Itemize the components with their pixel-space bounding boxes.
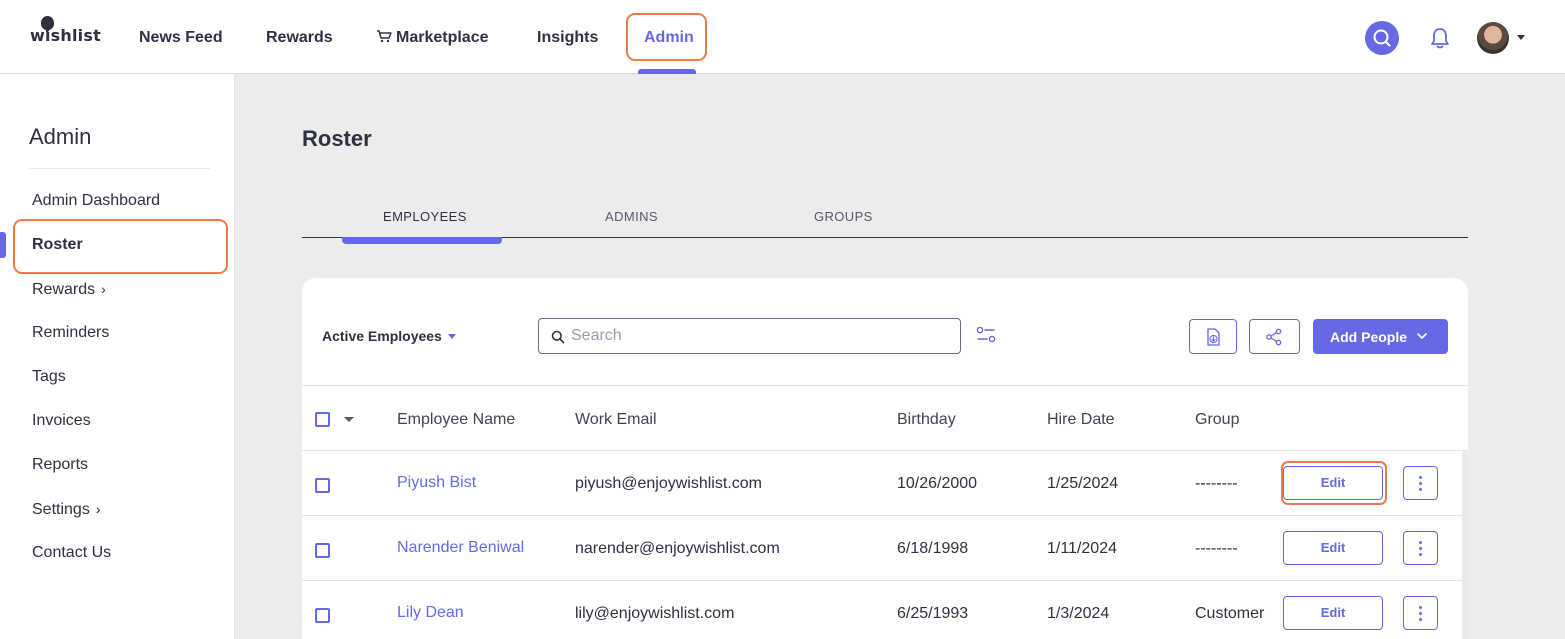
page-title: Roster	[302, 126, 372, 151]
employee-filter-dropdown[interactable]: Active Employees	[322, 328, 442, 344]
birthday: 6/18/1998	[897, 540, 969, 557]
tab-employees[interactable]: EMPLOYEES	[383, 209, 467, 224]
group: --------	[1195, 475, 1238, 492]
column-header-work-email[interactable]: Work Email	[575, 411, 657, 429]
table-row: Narender Beniwal narender@enjoywishlist.…	[302, 516, 1462, 581]
search-icon	[551, 330, 565, 344]
sidebar-item-rewards-label: Rewards	[32, 281, 96, 298]
filters-icon[interactable]	[976, 325, 996, 345]
nav-item-news-feed[interactable]: News Feed	[139, 28, 223, 48]
logo-text: wishlist	[30, 26, 101, 45]
kebab-dot	[1419, 482, 1422, 485]
nav-item-marketplace-label: Marketplace	[396, 29, 489, 46]
select-all-checkbox[interactable]	[315, 412, 330, 427]
avatar[interactable]	[1477, 22, 1509, 54]
edit-button[interactable]: Edit	[1283, 531, 1383, 565]
row-checkbox[interactable]	[315, 543, 330, 558]
column-header-birthday[interactable]: Birthday	[897, 411, 956, 429]
edit-button[interactable]: Edit	[1283, 596, 1383, 630]
admin-sidebar: Admin Admin Dashboard Roster Rewards › Re…	[0, 74, 235, 639]
more-options-button[interactable]	[1403, 466, 1438, 500]
global-search-button[interactable]	[1365, 21, 1399, 55]
share-icon	[1266, 328, 1282, 346]
table-row: Piyush Bist piyush@enjoywishlist.com 10/…	[302, 451, 1462, 516]
search-field[interactable]	[538, 318, 961, 354]
sidebar-item-contact-us[interactable]: Contact Us	[32, 543, 111, 563]
nav-active-indicator	[638, 69, 696, 74]
sidebar-item-reminders[interactable]: Reminders	[32, 323, 109, 343]
sidebar-item-invoices[interactable]: Invoices	[32, 411, 91, 431]
hire-date: 1/25/2024	[1047, 475, 1119, 492]
chevron-right-icon: ›	[101, 281, 106, 297]
hire-date: 1/3/2024	[1047, 605, 1110, 622]
download-icon	[1207, 328, 1220, 346]
row-checkbox[interactable]	[315, 608, 330, 623]
row-checkbox[interactable]	[315, 478, 330, 493]
chevron-right-icon: ›	[95, 501, 101, 517]
kebab-dot	[1419, 488, 1422, 491]
tab-admins[interactable]: ADMINS	[605, 209, 658, 224]
more-options-button[interactable]	[1403, 596, 1438, 630]
sidebar-item-settings-label: Settings	[32, 501, 90, 518]
nav-item-marketplace[interactable]: Marketplace	[376, 28, 489, 48]
kebab-dot	[1419, 553, 1422, 556]
add-people-button[interactable]: Add People	[1313, 319, 1448, 354]
work-email: piyush@enjoywishlist.com	[575, 475, 762, 492]
table-scrollbar[interactable]	[1462, 451, 1468, 639]
tab-active-indicator	[342, 237, 502, 244]
employee-name-link[interactable]: Piyush Bist	[397, 474, 476, 492]
column-header-employee-name[interactable]: Employee Name	[397, 411, 515, 429]
kebab-dot	[1419, 618, 1422, 621]
kebab-dot	[1419, 612, 1422, 615]
nav-item-rewards[interactable]: Rewards	[266, 28, 333, 48]
table-row: Lily Dean lily@enjoywishlist.com 6/25/19…	[302, 581, 1462, 639]
work-email: lily@enjoywishlist.com	[575, 605, 735, 622]
sidebar-title: Admin	[29, 124, 92, 149]
more-options-button[interactable]	[1403, 531, 1438, 565]
sidebar-item-settings[interactable]: Settings ›	[32, 499, 100, 520]
roster-card: Active Employees Add People	[302, 278, 1468, 639]
sidebar-item-admin-dashboard[interactable]: Admin Dashboard	[32, 191, 160, 211]
tab-groups[interactable]: GROUPS	[814, 209, 873, 224]
chevron-down-icon[interactable]	[344, 417, 354, 422]
kebab-dot	[1419, 547, 1422, 550]
group: Customer	[1195, 605, 1265, 622]
sidebar-item-reports[interactable]: Reports	[32, 455, 88, 475]
sidebar-active-indicator	[0, 232, 6, 258]
top-navigation: wishlist News Feed Rewards Marketplace I…	[0, 0, 1565, 74]
column-header-group[interactable]: Group	[1195, 411, 1239, 429]
sidebar-divider	[29, 168, 210, 169]
kebab-dot	[1419, 476, 1422, 479]
work-email: narender@enjoywishlist.com	[575, 540, 780, 557]
search-icon	[1373, 29, 1391, 47]
kebab-dot	[1419, 541, 1422, 544]
employee-name-link[interactable]: Narender Beniwal	[397, 539, 524, 557]
hire-date: 1/11/2024	[1047, 540, 1117, 557]
nav-item-insights[interactable]: Insights	[537, 28, 598, 48]
sidebar-item-tags[interactable]: Tags	[32, 367, 66, 387]
roster-highlight	[13, 219, 228, 274]
column-header-hire-date[interactable]: Hire Date	[1047, 411, 1115, 429]
kebab-dot	[1419, 606, 1422, 609]
sidebar-item-rewards[interactable]: Rewards ›	[32, 279, 106, 300]
employee-name-link[interactable]: Lily Dean	[397, 604, 464, 622]
edit-highlight	[1281, 461, 1387, 505]
group: --------	[1195, 540, 1238, 557]
chevron-down-icon[interactable]	[1517, 35, 1525, 40]
table-header: Employee Name Work Email Birthday Hire D…	[302, 385, 1468, 451]
bell-icon[interactable]	[1429, 26, 1451, 50]
cart-icon	[377, 30, 392, 43]
admin-nav-highlight	[626, 13, 707, 61]
birthday: 10/26/2000	[897, 475, 978, 492]
search-input[interactable]	[571, 326, 941, 346]
add-people-label: Add People	[1330, 329, 1408, 345]
roster-tabs: EMPLOYEES ADMINS GROUPS	[302, 205, 1468, 238]
share-button[interactable]	[1249, 319, 1300, 354]
chevron-down-icon	[1417, 333, 1427, 339]
birthday: 6/25/1993	[897, 605, 969, 622]
chevron-down-icon[interactable]	[448, 334, 456, 339]
export-button[interactable]	[1189, 319, 1237, 354]
